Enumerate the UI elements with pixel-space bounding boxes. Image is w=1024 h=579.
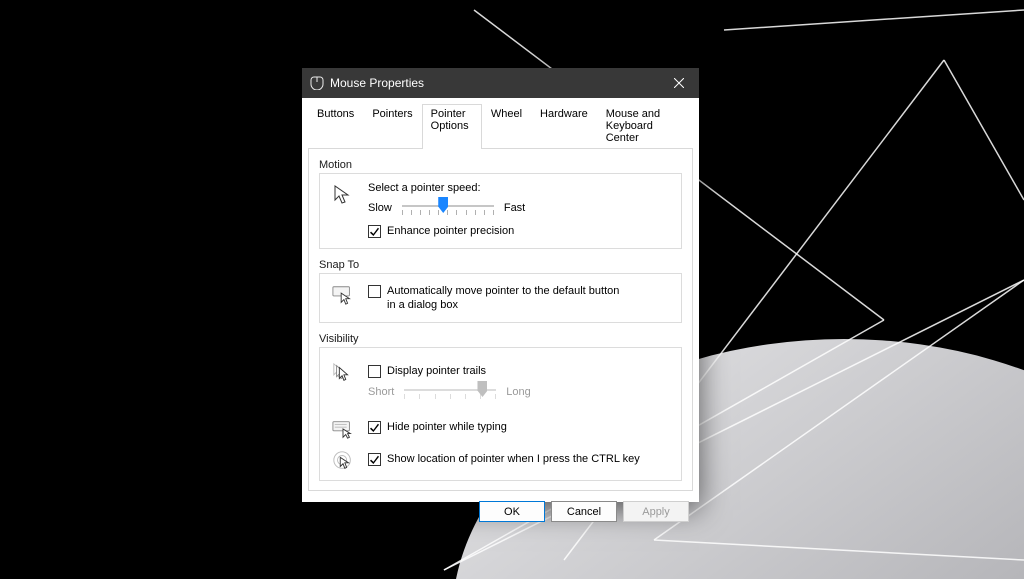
snapto-icon	[330, 282, 356, 314]
hide-typing-icon	[330, 418, 356, 440]
ok-button[interactable]: OK	[479, 501, 545, 522]
motion-cursor-icon	[330, 182, 356, 204]
hide-typing-checkbox[interactable]	[368, 421, 381, 434]
group-visibility-title: Visibility	[319, 333, 682, 345]
trails-checkbox[interactable]	[368, 365, 381, 378]
trails-icon	[330, 362, 356, 384]
tab-pointer-options[interactable]: Pointer Options	[422, 104, 482, 148]
motion-fast-label: Fast	[504, 202, 525, 214]
locate-pointer-checkbox[interactable]	[368, 453, 381, 466]
snapto-label[interactable]: Automatically move pointer to the defaul…	[387, 284, 627, 312]
enhance-precision-checkbox[interactable]	[368, 225, 381, 238]
desktop: Mouse Properties Buttons Pointers Pointe…	[0, 0, 1024, 579]
cancel-button[interactable]: Cancel	[551, 501, 617, 522]
locate-pointer-label[interactable]: Show location of pointer when I press th…	[387, 452, 640, 466]
pointer-speed-slider[interactable]	[402, 198, 494, 218]
dialog-body: Buttons Pointers Pointer Options Wheel H…	[302, 98, 699, 491]
tab-pointers[interactable]: Pointers	[363, 104, 421, 148]
tab-wheel[interactable]: Wheel	[482, 104, 531, 148]
group-snapto-title: Snap To	[319, 259, 682, 271]
group-visibility: Visibility	[319, 333, 682, 481]
motion-select-label: Select a pointer speed:	[368, 182, 671, 194]
tab-hardware[interactable]: Hardware	[531, 104, 597, 148]
tab-buttons[interactable]: Buttons	[308, 104, 363, 148]
mouse-icon	[310, 76, 324, 90]
trails-long-label: Long	[506, 386, 530, 398]
button-bar: OK Cancel Apply	[302, 491, 699, 532]
group-snapto: Snap To Automatically move pointer to th…	[319, 259, 682, 323]
mouse-properties-window: Mouse Properties Buttons Pointers Pointe…	[302, 68, 699, 502]
apply-button: Apply	[623, 501, 689, 522]
tabstrip: Buttons Pointers Pointer Options Wheel H…	[308, 104, 693, 149]
snapto-checkbox[interactable]	[368, 285, 381, 298]
window-title: Mouse Properties	[330, 76, 659, 90]
group-motion-title: Motion	[319, 159, 682, 171]
locate-pointer-icon	[330, 450, 356, 472]
trails-slider	[404, 382, 496, 402]
tab-mouse-keyboard-center[interactable]: Mouse and Keyboard Center	[597, 104, 693, 148]
trails-label[interactable]: Display pointer trails	[387, 364, 486, 378]
titlebar[interactable]: Mouse Properties	[302, 68, 699, 98]
close-icon	[674, 78, 684, 88]
motion-slow-label: Slow	[368, 202, 392, 214]
tabpanel-pointer-options: Motion Select a pointer speed: Slow	[308, 148, 693, 491]
close-button[interactable]	[659, 68, 699, 98]
trails-short-label: Short	[368, 386, 394, 398]
hide-typing-label[interactable]: Hide pointer while typing	[387, 420, 507, 434]
enhance-precision-label[interactable]: Enhance pointer precision	[387, 224, 514, 238]
group-motion: Motion Select a pointer speed: Slow	[319, 159, 682, 249]
